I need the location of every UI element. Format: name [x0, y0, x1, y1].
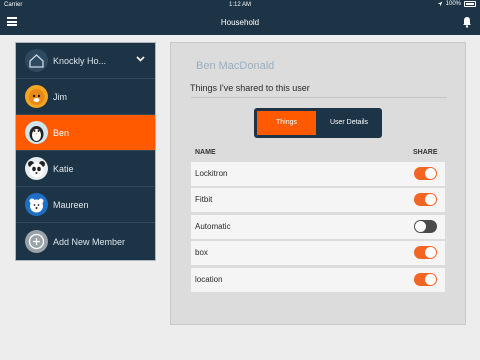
location-arrow-icon — [437, 1, 443, 7]
share-row-location: location — [191, 268, 445, 292]
tab-user-details[interactable]: User Details — [318, 108, 380, 138]
chevron-down-icon[interactable] — [136, 56, 145, 62]
shared-things-subtitle: Things I've shared to this user — [190, 83, 310, 93]
sidebar-member-maureen[interactable]: Maureen — [16, 187, 155, 223]
share-toggle[interactable] — [414, 246, 437, 259]
item-name: Automatic — [195, 222, 231, 231]
share-toggle[interactable] — [414, 273, 437, 286]
member-name: Maureen — [53, 200, 89, 210]
battery-percent: 100% — [445, 1, 461, 7]
share-toggle[interactable] — [414, 167, 437, 180]
divider — [191, 97, 447, 98]
polar-bear-avatar — [25, 193, 48, 216]
column-header-name: NAME — [195, 149, 216, 156]
item-name: location — [195, 275, 223, 284]
status-right: 100% — [437, 1, 476, 7]
share-row-lockitron: Lockitron — [191, 162, 445, 186]
member-name: Jim — [53, 92, 67, 102]
sidebar-member-jim[interactable]: Jim — [16, 79, 155, 115]
battery-icon — [464, 1, 476, 7]
segmented-control: Things User Details — [254, 108, 382, 138]
sidebar-member-ben[interactable]: Ben — [16, 115, 155, 151]
household-selector[interactable]: Knockly Ho... — [16, 43, 155, 79]
clock: 1:12 AM — [228, 2, 251, 8]
item-name: Lockitron — [195, 169, 228, 178]
share-toggle[interactable] — [414, 193, 437, 206]
page-title: Household — [220, 18, 260, 27]
column-header-share: SHARE — [413, 149, 438, 156]
status-bar: Carrier 1:12 AM 100% — [0, 0, 480, 10]
add-member-button[interactable]: Add New Member — [16, 224, 155, 260]
share-row-automatic: Automatic — [191, 215, 445, 239]
household-name: Knockly Ho... — [53, 56, 107, 66]
item-name: Fitbit — [195, 195, 213, 204]
sidebar-member-katie[interactable]: Katie — [16, 151, 155, 187]
house-icon — [25, 49, 48, 72]
member-detail-panel: Ben MacDonald Things I've shared to this… — [170, 42, 466, 325]
user-name-heading: Ben MacDonald — [196, 60, 275, 72]
member-name: Katie — [53, 164, 74, 174]
tiger-avatar — [25, 85, 48, 108]
plus-circle-icon — [25, 230, 48, 253]
share-row-fitbit: Fitbit — [191, 188, 445, 212]
add-member-label: Add New Member — [53, 237, 126, 247]
tab-things[interactable]: Things — [257, 111, 316, 135]
bell-icon[interactable] — [462, 16, 472, 28]
penguin-avatar — [25, 121, 48, 144]
nav-bar: Household — [0, 10, 480, 35]
member-name: Ben — [53, 128, 70, 138]
share-toggle[interactable] — [414, 220, 437, 233]
share-row-box: box — [191, 241, 445, 265]
panda-avatar — [25, 157, 48, 180]
item-name: box — [195, 248, 208, 257]
member-sidebar: Knockly Ho... Jim Ben Katie Maureen Add … — [15, 42, 156, 261]
